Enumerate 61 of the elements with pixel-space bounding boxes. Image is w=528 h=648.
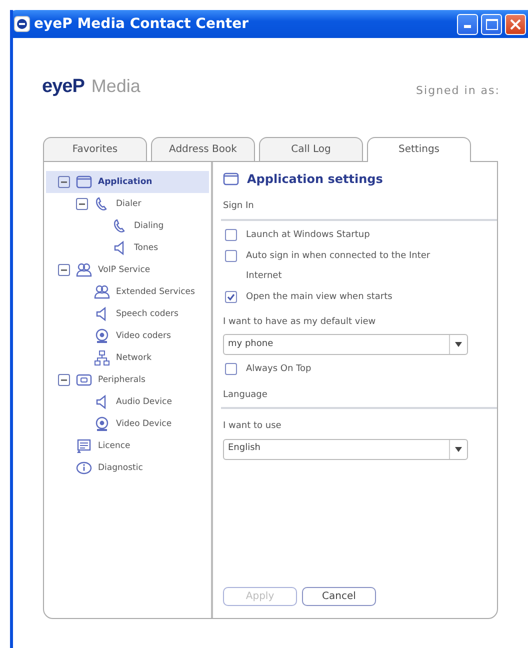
tree-item[interactable]: Extended Services <box>46 281 209 303</box>
group-heading: Language <box>221 376 497 409</box>
checkbox[interactable] <box>225 228 237 240</box>
checkbox[interactable] <box>225 363 237 375</box>
tree-item[interactable]: Diagnostic <box>46 457 209 479</box>
tab[interactable]: Favorites <box>43 137 147 161</box>
collapse-toggle[interactable] <box>76 198 88 210</box>
tree-item[interactable]: Audio Device <box>46 391 209 413</box>
people-icon <box>76 262 92 278</box>
info-icon <box>76 460 92 476</box>
dropdown-arrow-icon <box>455 342 462 347</box>
dialog-button[interactable]: Cancel <box>302 587 376 606</box>
tree-item[interactable]: Dialing <box>46 215 209 237</box>
tree-item[interactable]: VoIP Service <box>46 259 209 281</box>
logo-text: Media <box>91 74 140 98</box>
webcam-icon <box>94 328 110 344</box>
checkbox-label: Launch at Windows Startup <box>246 228 370 242</box>
maximize-button[interactable] <box>481 14 502 34</box>
tree-item[interactable]: Peripherals <box>46 369 209 391</box>
checkbox-label: Open the main view when starts <box>246 291 392 304</box>
tree-item[interactable]: Network <box>46 347 209 369</box>
collapse-toggle[interactable] <box>58 176 70 188</box>
app-icon <box>14 16 30 32</box>
network-icon <box>94 350 110 366</box>
tab[interactable]: Address Book <box>151 137 255 161</box>
checkbox[interactable] <box>225 250 237 262</box>
field-label: I want to have as my default view <box>223 316 377 328</box>
section-title: Application settings <box>247 171 383 188</box>
tree-item[interactable]: Video Device <box>46 413 209 435</box>
group-heading: Sign In <box>221 188 497 220</box>
close-button[interactable] <box>505 14 526 34</box>
checkbox-label: Always On Top <box>246 363 312 376</box>
window-icon <box>76 174 92 190</box>
device-icon <box>76 372 92 388</box>
signed-in-label: Signed in as: <box>416 82 500 99</box>
collapse-toggle[interactable] <box>58 264 70 276</box>
field-label: I want to use <box>223 420 282 433</box>
document-icon <box>76 438 92 454</box>
tree-item[interactable]: Application <box>46 171 209 193</box>
tree-item[interactable]: Speech coders <box>46 303 209 325</box>
dropdown-arrow-icon <box>455 446 462 452</box>
checkbox[interactable] <box>225 291 237 303</box>
tree-item[interactable]: Video coders <box>46 325 209 347</box>
window-title: eyeP Media Contact Center <box>34 14 249 34</box>
close-icon <box>510 18 521 30</box>
tree-item[interactable]: Tones <box>46 237 209 259</box>
checkbox-label: Auto sign in when connected to the Inter <box>246 250 430 263</box>
dropdown[interactable]: my phone <box>223 334 468 355</box>
tab[interactable]: Call Log <box>259 137 363 161</box>
checkbox-label: Internet <box>246 270 283 282</box>
people-icon <box>94 284 110 300</box>
dropdown[interactable]: English <box>223 438 468 460</box>
logo-brand: eyeP <box>42 74 84 99</box>
tree-item[interactable]: Licence <box>46 435 209 457</box>
maximize-icon <box>486 18 498 30</box>
minimize-button[interactable] <box>457 14 478 34</box>
webcam-icon <box>94 416 110 432</box>
collapse-toggle[interactable] <box>58 374 70 386</box>
window-icon <box>223 171 239 187</box>
tree-item[interactable]: Dialer <box>46 193 209 215</box>
tab[interactable]: Settings <box>367 137 471 162</box>
